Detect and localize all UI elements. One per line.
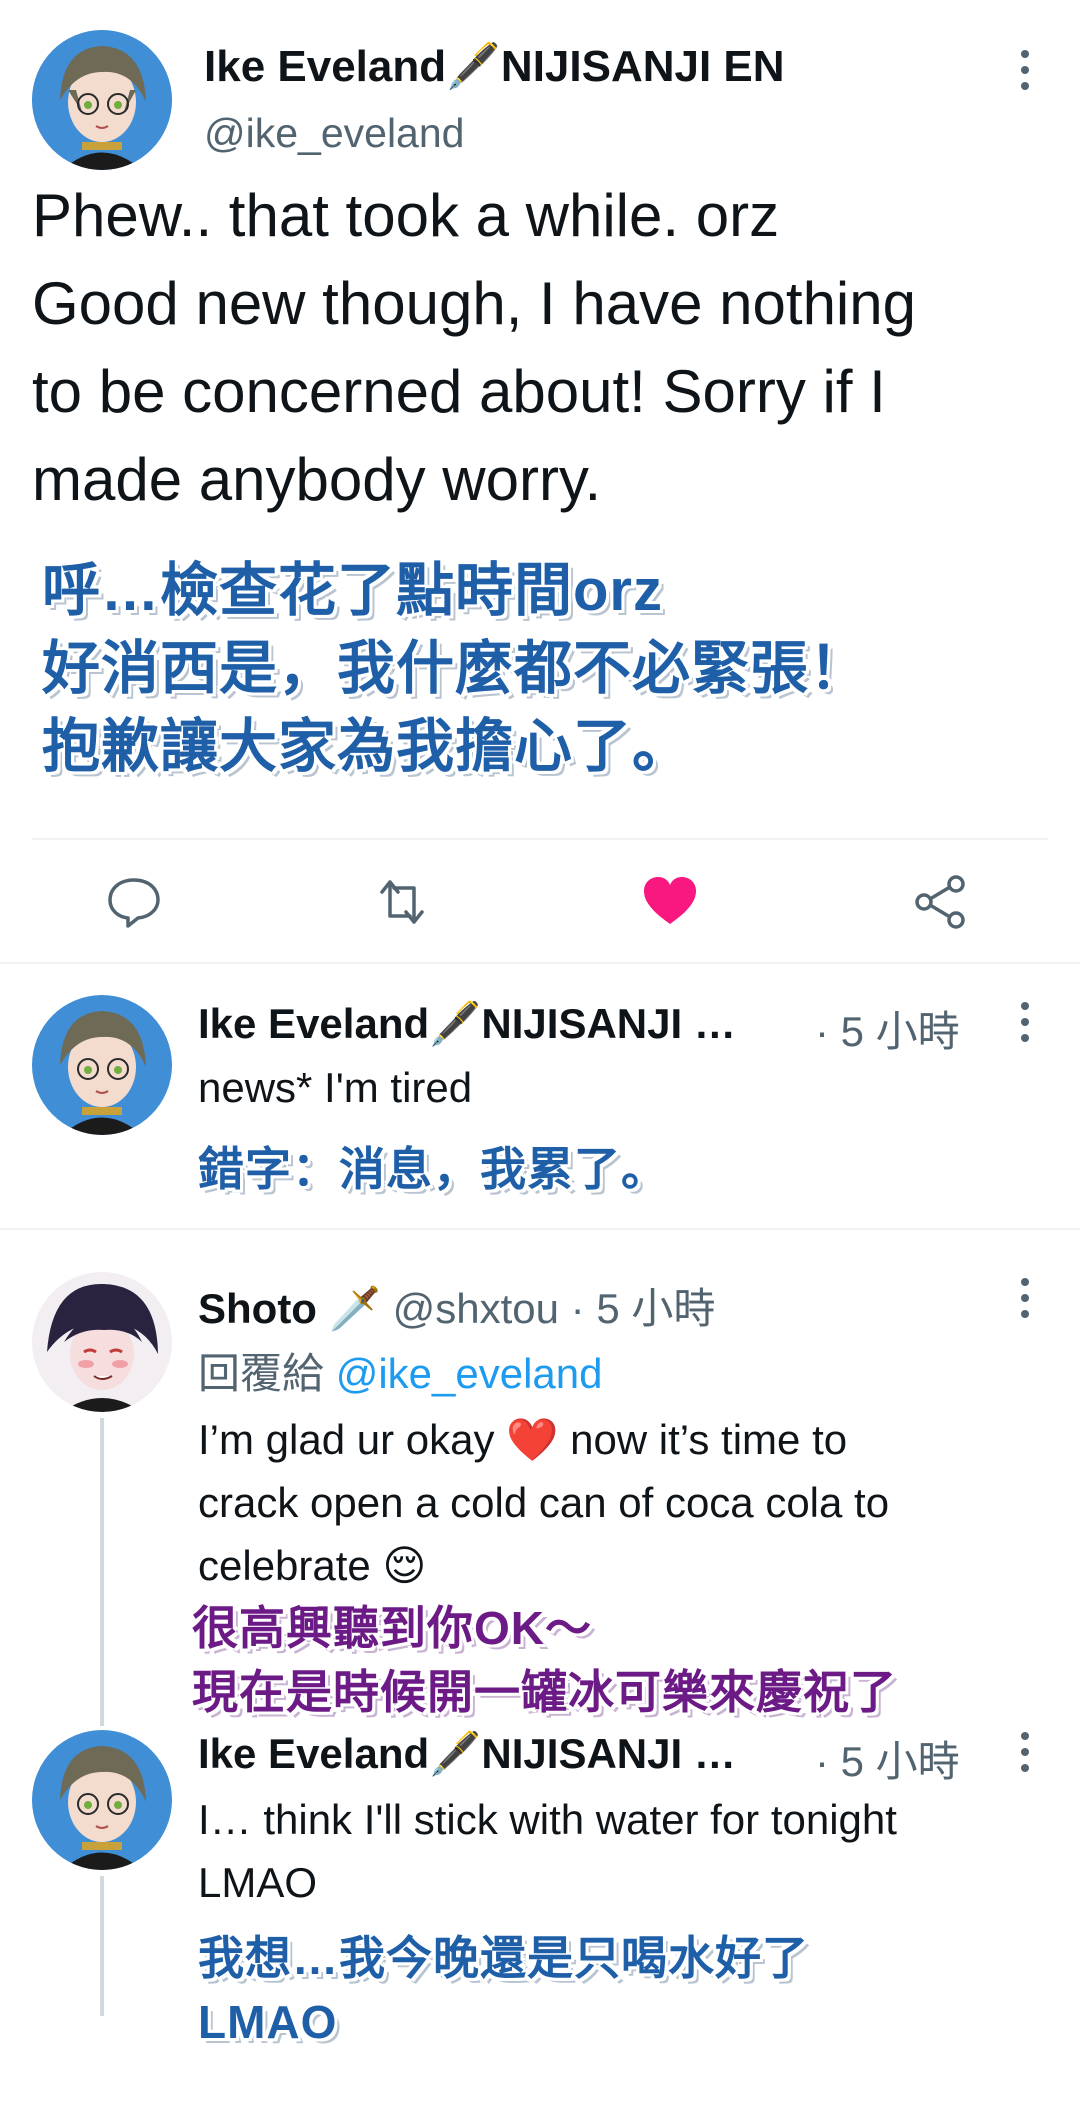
reply-text-line: LMAO (198, 1859, 318, 1906)
reply-icon[interactable] (104, 872, 164, 932)
tweet-text-line: to be concerned about! Sorry if I (32, 358, 886, 425)
thread-line (100, 1876, 104, 2016)
tweet-text-line: Good new though, I have nothing (32, 270, 917, 337)
divider (32, 838, 1048, 840)
display-name[interactable]: Ike Eveland🖋️NIJISANJI EN (204, 40, 785, 92)
translation-line: 好消西是，我什麼都不必緊張！ (42, 636, 869, 701)
retweet-icon[interactable] (372, 872, 432, 932)
reply-text-line: news* I'm tired (198, 1064, 473, 1111)
translation-line: 抱歉讓大家為我擔心了。 (42, 714, 692, 779)
reply-text-line: crack open a cold can of coca cola to (198, 1479, 890, 1526)
translation: 呼…檢查花了點時間orz 好消西是，我什麼都不必緊張！ 抱歉讓大家為我擔心了。 (42, 552, 868, 786)
handle[interactable]: @shxtou (393, 1285, 559, 1332)
translation: 我想…我今晚還是只喝水好了 LMAO (198, 1926, 809, 2054)
thread-line (100, 1418, 104, 1726)
reply-text: I’m glad ur okay ❤️ now it’s time to cra… (198, 1408, 889, 1597)
replying-to-handle[interactable]: @ike_eveland (336, 1350, 603, 1397)
translation-line: 很高興聽到你OK～ (192, 1602, 592, 1654)
more-options-icon[interactable] (1005, 1268, 1045, 1328)
translation-line: 現在是時候開一罐冰可樂來慶祝了 (192, 1666, 897, 1718)
translation-line: LMAO (198, 1996, 338, 2048)
display-name[interactable]: Shoto 🗡️ (198, 1285, 381, 1332)
replying-to: 回覆給 @ike_eveland (198, 1340, 603, 1401)
avatar[interactable] (32, 995, 172, 1135)
reply-text: news* I'm tired (198, 1056, 472, 1119)
avatar[interactable] (32, 1730, 172, 1870)
share-icon[interactable] (910, 872, 970, 932)
translation-line: 呼…檢查花了點時間orz (42, 558, 664, 623)
replying-to-label: 回覆給 (198, 1350, 325, 1397)
divider (0, 962, 1080, 964)
like-icon[interactable] (640, 872, 700, 932)
reply-text-line: celebrate 😌 (198, 1542, 427, 1589)
reply-text: I… think I'll stick with water for tonig… (198, 1788, 897, 1914)
translation: 錯字：消息，我累了。 (198, 1138, 668, 1200)
more-options-icon[interactable] (1005, 1722, 1045, 1782)
timestamp[interactable]: · 5 小時 (815, 1728, 960, 1789)
display-name[interactable]: Ike Eveland🖋️NIJISANJI … (198, 1730, 736, 1779)
timestamp[interactable]: · 5 小時 (571, 1285, 716, 1332)
avatar[interactable] (32, 30, 172, 170)
tweet-text: Phew.. that took a while. orz Good new t… (32, 172, 1062, 524)
tweet-text-line: Phew.. that took a while. orz (32, 182, 780, 249)
reply-text-line: I’m glad ur okay ❤️ now it’s time to (198, 1416, 848, 1463)
reply-text-line: I… think I'll stick with water for tonig… (198, 1796, 897, 1843)
reply-header: Shoto 🗡️ @shxtou · 5 小時 (198, 1275, 715, 1336)
more-options-icon[interactable] (1005, 40, 1045, 100)
display-name[interactable]: Ike Eveland🖋️NIJISANJI … (198, 1000, 736, 1049)
translation-line: 我想…我今晚還是只喝水好了 (198, 1932, 809, 1984)
timestamp[interactable]: · 5 小時 (815, 998, 960, 1059)
translation-line: 錯字：消息，我累了。 (198, 1143, 668, 1195)
divider (0, 1228, 1080, 1230)
tweet-text-line: made anybody worry. (32, 446, 602, 513)
translation: 很高興聽到你OK～ 現在是時候開一罐冰可樂來慶祝了 (192, 1596, 897, 1724)
handle[interactable]: @ike_eveland (204, 110, 464, 157)
more-options-icon[interactable] (1005, 992, 1045, 1052)
avatar[interactable] (32, 1272, 172, 1412)
